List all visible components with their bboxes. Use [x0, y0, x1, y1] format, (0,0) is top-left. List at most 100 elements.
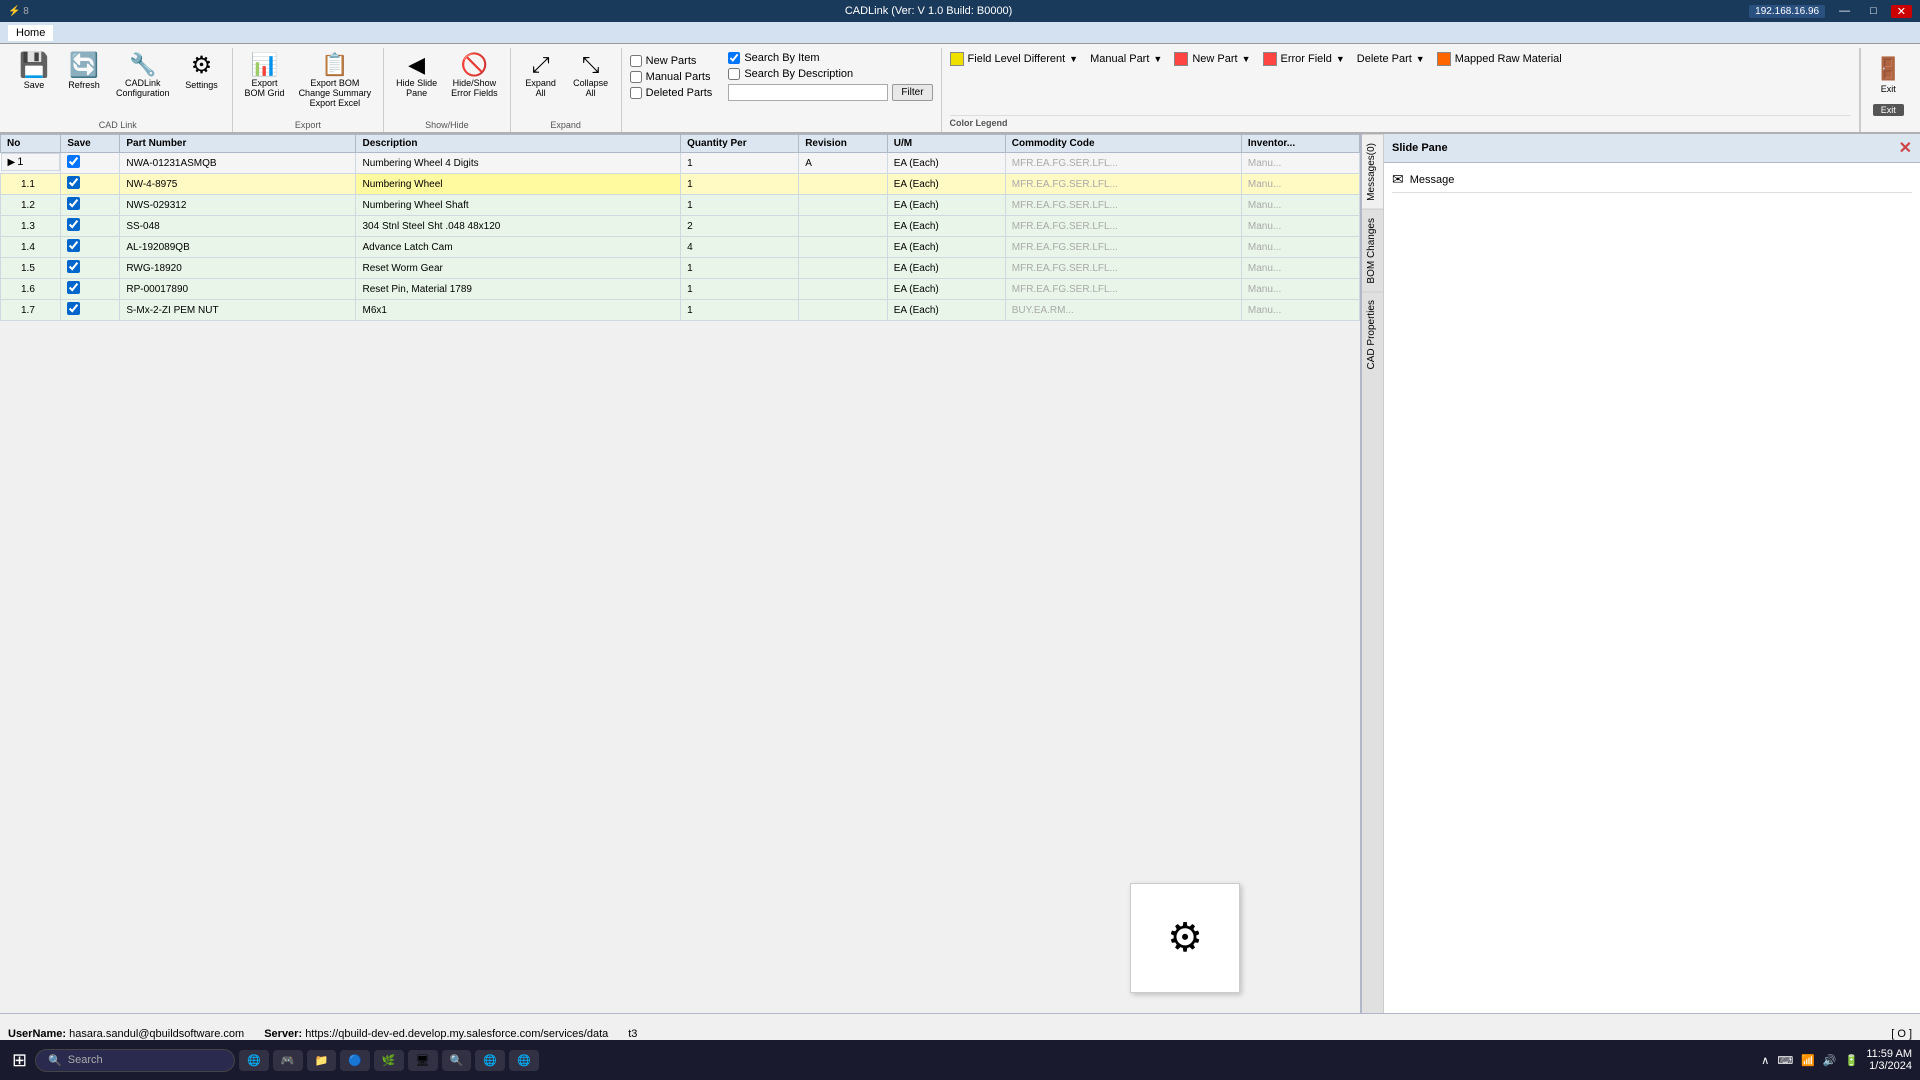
search-by-item-checkbox[interactable] — [728, 52, 740, 64]
filter-button[interactable]: Filter — [892, 84, 932, 101]
table-row[interactable]: 1.4 AL-192089QB Advance Latch Cam 4 EA (… — [1, 237, 1360, 258]
cell-description: Numbering Wheel — [356, 174, 681, 195]
manual-parts-checkbox-row[interactable]: Manual Parts — [630, 71, 713, 83]
game-icon: 🎮 — [281, 1054, 295, 1067]
new-part-dropdown[interactable]: ▼ — [1242, 54, 1251, 64]
taskbar-app-chrome2[interactable]: 🌐 — [509, 1050, 539, 1071]
table-row[interactable]: 1.2 NWS-029312 Numbering Wheel Shaft 1 E… — [1, 195, 1360, 216]
manual-part-dropdown[interactable]: ▼ — [1153, 54, 1162, 64]
new-parts-checkbox[interactable] — [630, 55, 642, 67]
save-checkbox[interactable] — [67, 239, 80, 252]
search-by-desc-row[interactable]: Search By Description — [728, 68, 932, 80]
cell-inventory: Manu... — [1241, 279, 1359, 300]
save-label: Save — [24, 80, 45, 90]
start-button[interactable]: ⊞ — [8, 1046, 31, 1075]
cell-quantity-per: 1 — [681, 174, 799, 195]
title-bar: ⚡ 8 CADLink (Ver: V 1.0 Build: B0000) 19… — [0, 0, 1920, 22]
expand-all-button[interactable]: ⤢ ExpandAll — [517, 50, 565, 102]
export-bom-grid-button[interactable]: 📊 ExportBOM Grid — [239, 50, 291, 102]
table-row[interactable]: 1.3 SS-048 304 Stnl Steel Sht .048 48x12… — [1, 216, 1360, 237]
maximize-btn[interactable]: □ — [1864, 5, 1883, 17]
tray-icon-arrow[interactable]: ∧ — [1761, 1054, 1769, 1067]
error-field-label: Error Field — [1281, 53, 1332, 65]
cadlink-config-label: CADLinkConfiguration — [116, 78, 170, 98]
tab-bom-changes[interactable]: BOM Changes — [1362, 209, 1383, 292]
deleted-parts-checkbox-row[interactable]: Deleted Parts — [630, 87, 713, 99]
save-checkbox[interactable] — [67, 176, 80, 189]
save-checkbox[interactable] — [67, 281, 80, 294]
search-by-desc-checkbox[interactable] — [728, 68, 740, 80]
taskbar-app-chrome[interactable]: 🌐 — [475, 1050, 505, 1071]
save-checkbox[interactable] — [67, 155, 80, 168]
filter-input[interactable] — [728, 84, 888, 101]
slide-pane-title: Slide Pane — [1392, 142, 1448, 154]
exit-bottom-button[interactable]: Exit — [1873, 104, 1904, 116]
manual-parts-checkbox[interactable] — [630, 71, 642, 83]
t-value: t3 — [628, 1028, 637, 1040]
table-row[interactable]: ▶ 1 NWA-01231ASMQB Numbering Wheel 4 Dig… — [1, 153, 1360, 174]
cell-description: Numbering Wheel Shaft — [356, 195, 681, 216]
taskbar-app-green[interactable]: 🌿 — [374, 1050, 404, 1071]
new-parts-label: New Parts — [646, 55, 697, 67]
refresh-button[interactable]: 🔄 Refresh — [60, 50, 108, 94]
delete-part-label: Delete Part — [1357, 53, 1412, 65]
field-level-diff-legend: Field Level Different ▼ — [950, 52, 1079, 66]
collapse-all-button[interactable]: ⤡ CollapseAll — [567, 50, 615, 102]
cad-link-group-label: CAD Link — [99, 118, 137, 132]
cell-no: 1.7 — [1, 300, 61, 321]
export-bom-grid-label: ExportBOM Grid — [245, 78, 285, 98]
settings-button[interactable]: ⚙ Settings — [178, 50, 226, 94]
cell-part-number: RP-00017890 — [120, 279, 356, 300]
table-area[interactable]: No Save Part Number Description Quantity… — [0, 134, 1360, 1013]
save-checkbox[interactable] — [67, 197, 80, 210]
taskbar-app-files[interactable]: 📁 — [307, 1050, 337, 1071]
close-btn[interactable]: ✕ — [1891, 5, 1912, 18]
slide-pane-close[interactable]: ✕ — [1899, 138, 1912, 158]
taskbar-search-area[interactable]: 🔍 Search — [35, 1049, 235, 1072]
error-field-dropdown[interactable]: ▼ — [1336, 54, 1345, 64]
exit-label: Exit — [1881, 84, 1896, 94]
deleted-parts-label: Deleted Parts — [646, 87, 713, 99]
save-checkbox[interactable] — [67, 218, 80, 231]
hide-show-error-button[interactable]: 🚫 Hide/ShowError Fields — [445, 50, 504, 102]
field-level-diff-dropdown[interactable]: ▼ — [1069, 54, 1078, 64]
taskbar-clock[interactable]: 11:59 AM 1/3/2024 — [1866, 1048, 1912, 1072]
exit-icon: 🚪 — [1875, 56, 1902, 82]
table-row[interactable]: 1.5 RWG-18920 Reset Worm Gear 1 EA (Each… — [1, 258, 1360, 279]
cell-description: 304 Stnl Steel Sht .048 48x120 — [356, 216, 681, 237]
minimize-btn[interactable]: — — [1833, 5, 1856, 17]
taskbar-app-blue[interactable]: 🔵 — [340, 1050, 370, 1071]
save-checkbox[interactable] — [67, 302, 80, 315]
taskbar-app-network[interactable]: 🌐 — [239, 1050, 269, 1071]
field-level-diff-label: Field Level Different — [968, 53, 1066, 65]
save-checkbox[interactable] — [67, 260, 80, 273]
table-row[interactable]: 1.6 RP-00017890 Reset Pin, Material 1789… — [1, 279, 1360, 300]
menu-home[interactable]: Home — [8, 25, 53, 41]
expand-icon[interactable]: ▶ — [8, 157, 16, 168]
cell-inventory: Manu... — [1241, 237, 1359, 258]
taskbar-app-monitor[interactable]: 🖥 — [408, 1050, 438, 1071]
tab-cad-properties[interactable]: CAD Properties — [1362, 291, 1383, 377]
save-button[interactable]: 💾 Save — [10, 50, 58, 94]
cell-revision — [799, 174, 888, 195]
tab-messages[interactable]: Messages(0) — [1362, 134, 1383, 209]
cell-quantity-per: 1 — [681, 195, 799, 216]
deleted-parts-checkbox[interactable] — [630, 87, 642, 99]
network-icon: 🌐 — [247, 1054, 261, 1067]
bom-export-group: 📊 ExportBOM Grid 📋 Export BOMChange Summ… — [233, 48, 385, 132]
taskbar-app-game[interactable]: 🎮 — [273, 1050, 303, 1071]
export-bom-change-button[interactable]: 📋 Export BOMChange SummaryExport Excel — [293, 50, 378, 112]
expand-group-label: Expand — [550, 118, 581, 132]
green-app-icon: 🌿 — [382, 1054, 396, 1067]
delete-part-dropdown[interactable]: ▼ — [1416, 54, 1425, 64]
table-row[interactable]: 1.1 NW-4-8975 Numbering Wheel 1 EA (Each… — [1, 174, 1360, 195]
exit-top-button[interactable]: 🚪 Exit — [1871, 52, 1906, 98]
taskbar-app-search[interactable]: 🔍 — [442, 1050, 472, 1071]
search-by-item-row[interactable]: Search By Item — [728, 52, 932, 64]
monitor-icon: 🖥 — [416, 1054, 430, 1067]
new-parts-checkbox-row[interactable]: New Parts — [630, 55, 713, 67]
cadlink-config-button[interactable]: 🔧 CADLinkConfiguration — [110, 50, 176, 102]
hide-slide-pane-button[interactable]: ◀ Hide SlidePane — [390, 50, 443, 102]
clock-date: 1/3/2024 — [1866, 1060, 1912, 1072]
table-row[interactable]: 1.7 S-Mx-2-ZI PEM NUT M6x1 1 EA (Each) B… — [1, 300, 1360, 321]
